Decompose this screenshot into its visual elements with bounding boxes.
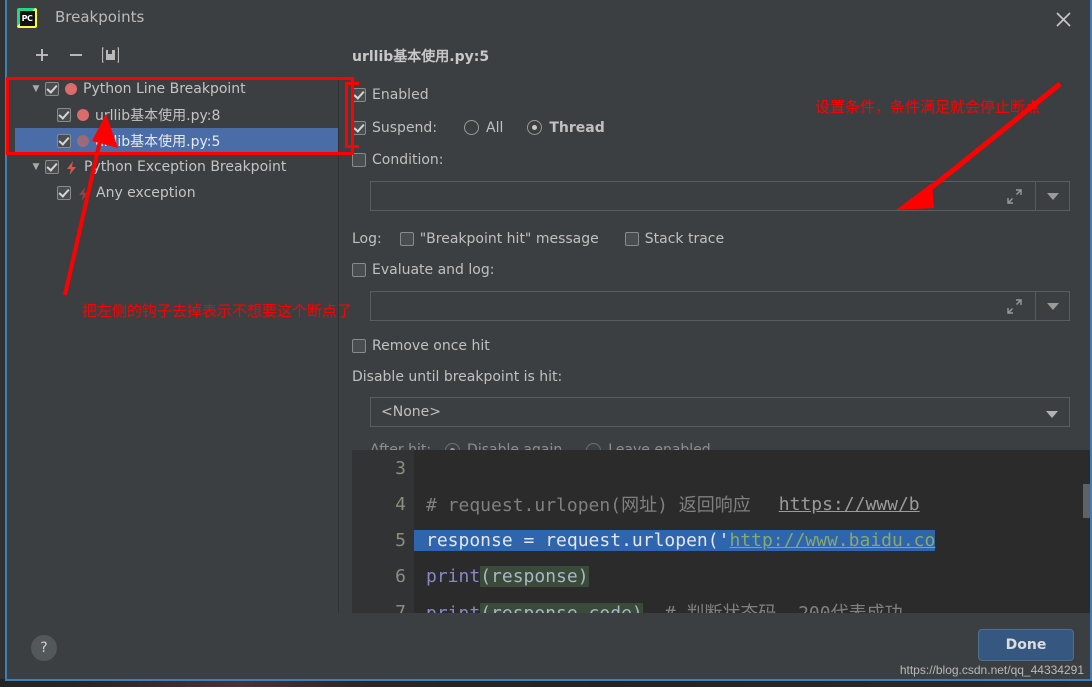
breakpoints-dialog: PC Breakpoints ▼ Python Line Breakpoint … [5, 0, 1092, 681]
chevron-down-icon[interactable] [1035, 182, 1069, 210]
tree-group-python-exception-breakpoint[interactable]: ▼ Python Exception Breakpoint [15, 154, 338, 180]
code-scrollbar[interactable] [1083, 484, 1090, 518]
breakpoint-dot-icon [77, 109, 89, 121]
chevron-down-icon[interactable]: ▼ [27, 162, 45, 172]
tree-item-label: urllib基本使用.py:5 [95, 134, 221, 150]
log-row: Log: "Breakpoint hit" message Stack trac… [352, 223, 1090, 255]
remove-once-hit-label: Remove once hit [372, 338, 490, 354]
code-line-number: 6 [352, 558, 414, 594]
expand-editor-icon[interactable] [993, 292, 1035, 320]
condition-input[interactable] [370, 181, 1070, 211]
exception-bolt-icon [65, 160, 78, 175]
code-line: 7 print(response.code)# 判断状态码 200代表成功 [352, 594, 1090, 613]
breakpoint-toolbar [7, 42, 339, 74]
disable-until-select[interactable]: <None> [370, 397, 1070, 427]
tree-checkbox[interactable] [57, 108, 71, 122]
tree-checkbox[interactable] [45, 82, 59, 96]
dialog-title: Breakpoints [55, 8, 145, 26]
watermark: https://blog.csdn.net/qq_44334291 [899, 663, 1084, 677]
dialog-footer: ? Done https://blog.csdn.net/qq_44334291 [7, 615, 1090, 679]
tree-item-any-exception[interactable]: Any exception [15, 180, 338, 206]
exception-bolt-icon [77, 186, 90, 201]
code-url: http://www.baidu.co [729, 529, 936, 551]
suspend-thread-label: Thread [549, 119, 605, 136]
dialog-titlebar: PC Breakpoints [7, 0, 1090, 37]
enabled-checkbox[interactable] [352, 88, 366, 102]
suspend-label: Suspend: [372, 119, 438, 136]
view-breakpoint-source-icon[interactable] [97, 42, 123, 68]
disable-until-row: Disable until breakpoint is hit: [352, 363, 1090, 391]
stack-trace-label: Stack trace [644, 231, 725, 247]
chevron-down-icon[interactable] [1045, 407, 1059, 423]
enabled-label: Enabled [372, 87, 429, 103]
remove-once-hit-row: Remove once hit [352, 331, 1090, 361]
code-line: 5 response = request.urlopen('http://www… [352, 522, 1090, 558]
condition-label: Condition: [372, 152, 444, 168]
tree-item-breakpoint-py5[interactable]: urllib基本使用.py:5 [15, 128, 338, 154]
code-text: (response) [480, 565, 589, 587]
evaluate-and-log-input[interactable] [370, 291, 1070, 321]
tree-item-label: Python Line Breakpoint [83, 81, 246, 97]
code-preview[interactable]: 3 4 # request.urlopen(网址) 返回响应 https://w… [352, 450, 1090, 613]
suspend-all-radio[interactable] [464, 120, 479, 135]
tree-item-label: Any exception [96, 185, 196, 201]
condition-checkbox[interactable] [352, 153, 366, 167]
code-comment: # request.urlopen(网址) 返回响应 [426, 495, 751, 516]
stack-trace-checkbox[interactable] [624, 232, 639, 246]
suspend-thread-radio[interactable] [527, 120, 543, 135]
close-icon[interactable] [1050, 6, 1076, 32]
code-line-number: 5 [352, 522, 414, 558]
suspend-row: Suspend: All Thread [352, 110, 1090, 145]
disable-until-value: <None> [381, 404, 441, 420]
breakpoints-tree: ▼ Python Line Breakpoint urllib基本使用.py:8… [15, 76, 339, 613]
pycharm-logo-icon: PC [17, 8, 37, 28]
evaluate-and-log-label: Evaluate and log: [372, 262, 495, 278]
tree-item-label: Python Exception Breakpoint [84, 159, 287, 175]
done-button[interactable]: Done [978, 629, 1074, 661]
expand-editor-icon[interactable] [993, 182, 1035, 210]
enabled-row: Enabled [352, 80, 1090, 110]
code-line: 3 [352, 450, 1090, 486]
tree-checkbox[interactable] [45, 160, 59, 174]
code-line: 6 print(response) [352, 558, 1090, 594]
evaluate-row: Evaluate and log: [352, 255, 1090, 285]
chevron-down-icon[interactable]: ▼ [27, 84, 45, 94]
log-message-checkbox[interactable] [399, 232, 414, 246]
suspend-checkbox[interactable] [352, 120, 366, 135]
chevron-down-icon[interactable] [1035, 292, 1069, 320]
breakpoint-properties-panel: urllib基本使用.py:5 Enabled Suspend: All Thr… [352, 46, 1090, 467]
breakpoint-dot-icon [77, 135, 89, 147]
minus-icon[interactable] [63, 42, 89, 68]
tree-checkbox[interactable] [57, 186, 71, 200]
code-line-number: 4 [352, 486, 414, 522]
code-line-number: 3 [352, 450, 414, 486]
tree-group-python-line-breakpoint[interactable]: ▼ Python Line Breakpoint [15, 76, 338, 102]
code-line: 4 # request.urlopen(网址) 返回响应 https://www… [352, 486, 1090, 522]
pycharm-logo-text: PC [19, 10, 35, 26]
code-text: (response.code) [480, 603, 643, 613]
log-message-label: "Breakpoint hit" message [419, 231, 599, 247]
help-button[interactable]: ? [31, 635, 57, 661]
code-comment: # 判断状态码 200代表成功 [643, 603, 903, 613]
plus-icon[interactable] [29, 42, 55, 68]
code-function: print [426, 565, 481, 587]
remove-once-hit-checkbox[interactable] [352, 339, 366, 353]
tree-checkbox[interactable] [57, 134, 71, 148]
tree-item-breakpoint-py8[interactable]: urllib基本使用.py:8 [15, 102, 338, 128]
condition-row: Condition: [352, 145, 1090, 175]
breakpoint-dot-icon [65, 83, 77, 95]
breakpoint-properties-title: urllib基本使用.py:5 [352, 49, 490, 65]
log-label: Log: [352, 231, 382, 247]
code-line-number: 7 [352, 594, 414, 613]
code-function: print [426, 603, 480, 613]
disable-until-label: Disable until breakpoint is hit: [352, 369, 563, 385]
tree-item-label: urllib基本使用.py:8 [95, 108, 221, 124]
evaluate-and-log-checkbox[interactable] [352, 263, 366, 277]
suspend-all-label: All [486, 119, 504, 136]
code-link: https://www/b [778, 493, 920, 515]
code-text: response = request.urlopen(' [426, 529, 730, 551]
